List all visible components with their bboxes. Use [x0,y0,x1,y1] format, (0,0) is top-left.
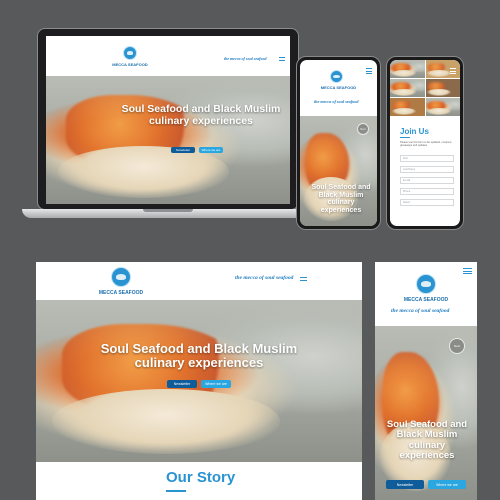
hero-title: Soul Seafood and Black Muslim culinary e… [100,341,298,371]
newsletter-button[interactable]: Newsletter [171,147,195,153]
laptop-notch [143,209,193,212]
first-name-input[interactable]: First [400,155,454,162]
hero-image [46,76,290,204]
gallery-image [390,79,425,97]
laptop-screen: MECCA SEAFOOD the mecca of soul seafood … [46,36,290,204]
menu-icon[interactable] [463,268,472,276]
logo-icon [330,70,343,83]
brand-name: MECCA SEAFOOD [403,297,449,303]
hero-title: Soul Seafood and Black Muslim culinary e… [311,184,371,215]
brand-name: MECCA SEAFOOD [320,85,357,90]
menu-icon[interactable] [450,68,456,76]
join-description: Please use this form to be updated, coup… [400,141,453,148]
last-name-input[interactable]: Last Name [400,166,454,173]
menu-icon[interactable] [300,277,307,282]
story-title: Our Story [166,469,236,486]
select-dropdown[interactable]: Select [400,199,454,206]
hero-image [36,300,362,462]
logo-icon [111,267,131,287]
join-underline [400,137,410,138]
story-underline [166,490,186,492]
where-we-are-button[interactable]: Where we are [199,147,223,153]
gallery-image [425,79,460,97]
tagline: the mecca of soul seafood [314,99,359,104]
tagline: the mecca of soul seafood [391,308,450,314]
newsletter-button[interactable]: Newsletter [167,380,197,388]
brand-name: MECCA SEAFOOD [98,290,144,296]
email-input[interactable]: E-mail [400,177,454,184]
hero-title: Soul Seafood and Black Muslim culinary e… [386,419,468,462]
phone-screen-1: MECCA SEAFOOD the mecca of soul seafood … [300,60,377,226]
mobile-page: MECCA SEAFOOD the mecca of soul seafood … [375,262,477,500]
menu-icon[interactable] [279,57,285,62]
gallery-image [425,98,460,116]
where-we-are-button[interactable]: Where we are [428,480,466,489]
next-button[interactable]: Next [357,123,369,135]
where-we-are-button[interactable]: Where we are [201,380,231,388]
phone-screen-2: Join Us Please use this form to be updat… [390,60,460,226]
desktop-page: MECCA SEAFOOD the mecca of soul seafood … [36,262,362,500]
logo-icon [123,46,137,60]
gallery-image [390,60,425,78]
brand-name: MECCA SEAFOOD [112,62,148,67]
logo-icon [416,274,436,294]
phone-input[interactable]: Phone [400,188,454,195]
tagline: the mecca of soul seafood [224,56,267,61]
gallery-image [390,98,425,116]
menu-icon[interactable] [366,68,372,76]
tagline: the mecca of soul seafood [235,275,294,281]
newsletter-button[interactable]: Newsletter [386,480,424,489]
next-button[interactable]: Next [449,338,465,354]
join-title: Join Us [400,127,429,136]
hero-title: Soul Seafood and Black Muslim culinary e… [121,103,281,127]
